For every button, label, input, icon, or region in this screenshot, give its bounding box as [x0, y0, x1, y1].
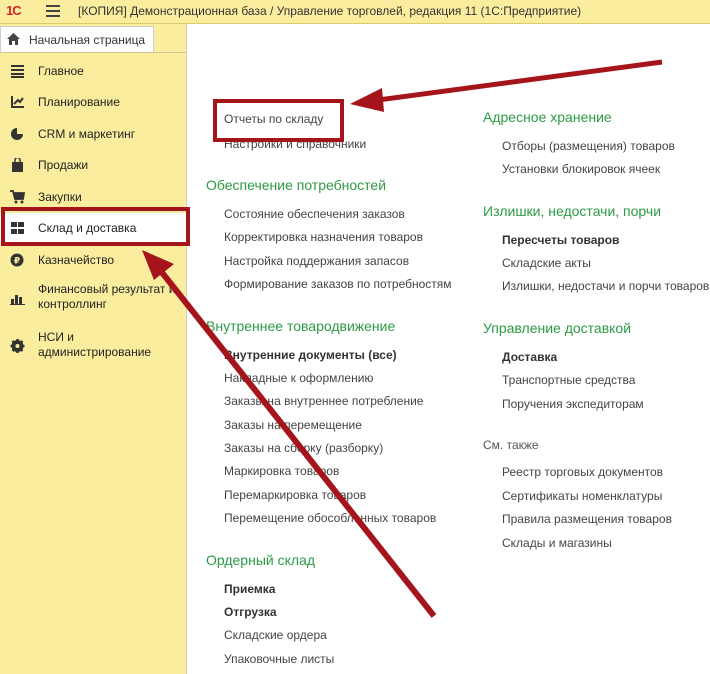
link-item[interactable]: Маркировка товаров — [224, 464, 339, 478]
link-item[interactable]: Сертификаты номенклатуры — [502, 489, 662, 503]
tab-home[interactable]: Начальная страница — [0, 26, 154, 52]
app-logo: 1С — [6, 3, 22, 18]
link-item[interactable]: Корректировка назначения товаров — [224, 230, 423, 244]
link-item[interactable]: Отборы (размещения) товаров — [502, 139, 675, 153]
sidebar-item-admin[interactable]: НСИ и администрирование — [0, 329, 186, 363]
link-shipping[interactable]: Отгрузка — [224, 605, 277, 619]
pie-chart-icon — [11, 128, 23, 140]
link-receiving[interactable]: Приемка — [224, 582, 275, 596]
sidebar-item-main[interactable]: Главное — [0, 56, 186, 86]
group-title-address-storage: Адресное хранение — [483, 109, 612, 125]
ruble-icon: ₽ — [10, 253, 24, 267]
link-item[interactable]: Реестр торговых документов — [502, 465, 663, 479]
list-icon — [11, 65, 24, 78]
sidebar-item-label: CRM и маркетинг — [38, 127, 136, 141]
link-recounts[interactable]: Пересчеты товаров — [502, 233, 619, 247]
cart-icon — [10, 190, 25, 204]
sidebar-item-label: Финансовый результат и контроллинг — [38, 282, 176, 311]
sidebar-item-finance[interactable]: Финансовый результат и контроллинг — [0, 281, 186, 315]
link-item[interactable]: Настройка поддержания запасов — [224, 254, 409, 268]
window-title: [КОПИЯ] Демонстрационная база / Управлен… — [78, 4, 582, 18]
menu-icon[interactable] — [46, 5, 60, 17]
group-title-supply: Обеспечение потребностей — [206, 177, 387, 193]
sidebar-item-label: Главное — [38, 64, 84, 78]
sidebar-item-label: Продажи — [38, 158, 89, 172]
sidebar-item-sales[interactable]: Продажи — [0, 150, 186, 180]
sidebar-item-label: Закупки — [38, 190, 82, 204]
sidebar-item-label: НСИ и администрирование — [38, 330, 152, 359]
planning-icon — [11, 96, 24, 108]
link-item[interactable]: Упаковочные листы — [224, 652, 334, 666]
group-title-see-also: См. также — [483, 438, 539, 452]
link-item[interactable]: Склады и магазины — [502, 536, 612, 550]
group-title-delivery: Управление доставкой — [483, 320, 632, 336]
link-delivery[interactable]: Доставка — [502, 350, 557, 364]
link-item[interactable]: Перемаркировка товаров — [224, 488, 366, 502]
highlight-box-warehouse — [1, 207, 190, 246]
group-title-internal-movement: Внутреннее товародвижение — [206, 318, 396, 334]
link-item[interactable]: Заказы на сборку (разборку) — [224, 441, 383, 455]
sidebar-item-label: Планирование — [38, 95, 120, 109]
link-item[interactable]: Правила размещения товаров — [502, 512, 672, 526]
link-item[interactable]: Перемещение обособленных товаров — [224, 511, 436, 525]
title-bar: 1С [КОПИЯ] Демонстрационная база / Управ… — [0, 0, 710, 24]
home-icon — [7, 33, 20, 45]
tab-home-label: Начальная страница — [29, 33, 146, 47]
svg-text:₽: ₽ — [14, 257, 20, 267]
link-item[interactable]: Транспортные средства — [502, 373, 635, 387]
group-title-surplus: Излишки, недостачи, порчи — [483, 203, 662, 219]
link-item[interactable]: Состояние обеспечения заказов — [224, 207, 405, 221]
group-title-order-warehouse: Ордерный склад — [206, 552, 316, 568]
link-item[interactable]: Складские ордера — [224, 628, 327, 642]
shopping-bag-icon — [12, 158, 23, 172]
link-item[interactable]: Излишки, недостачи и порчи товаров — [502, 279, 709, 293]
link-item[interactable]: Складские акты — [502, 256, 591, 270]
bar-chart-icon — [10, 295, 25, 305]
highlight-box-reports — [213, 99, 344, 142]
link-item[interactable]: Установки блокировок ячеек — [502, 162, 660, 176]
link-item[interactable]: Заказы на внутреннее потребление — [224, 394, 423, 408]
sidebar-item-planning[interactable]: Планирование — [0, 87, 186, 117]
link-item[interactable]: Накладные к оформлению — [224, 371, 373, 385]
sidebar: Начальная страница Главное Планирование … — [0, 24, 186, 674]
divider — [0, 52, 186, 53]
gear-icon — [10, 339, 25, 353]
link-item[interactable]: Формирование заказов по потребностям — [224, 277, 452, 291]
link-internal-docs[interactable]: Внутренние документы (все) — [224, 348, 397, 362]
sidebar-item-treasury[interactable]: ₽ Казначейство — [0, 245, 186, 275]
link-item[interactable]: Заказы на перемещение — [224, 418, 362, 432]
sidebar-item-crm[interactable]: CRM и маркетинг — [0, 119, 186, 149]
link-item[interactable]: Поручения экспедиторам — [502, 397, 644, 411]
sidebar-item-label: Казначейство — [38, 253, 115, 267]
